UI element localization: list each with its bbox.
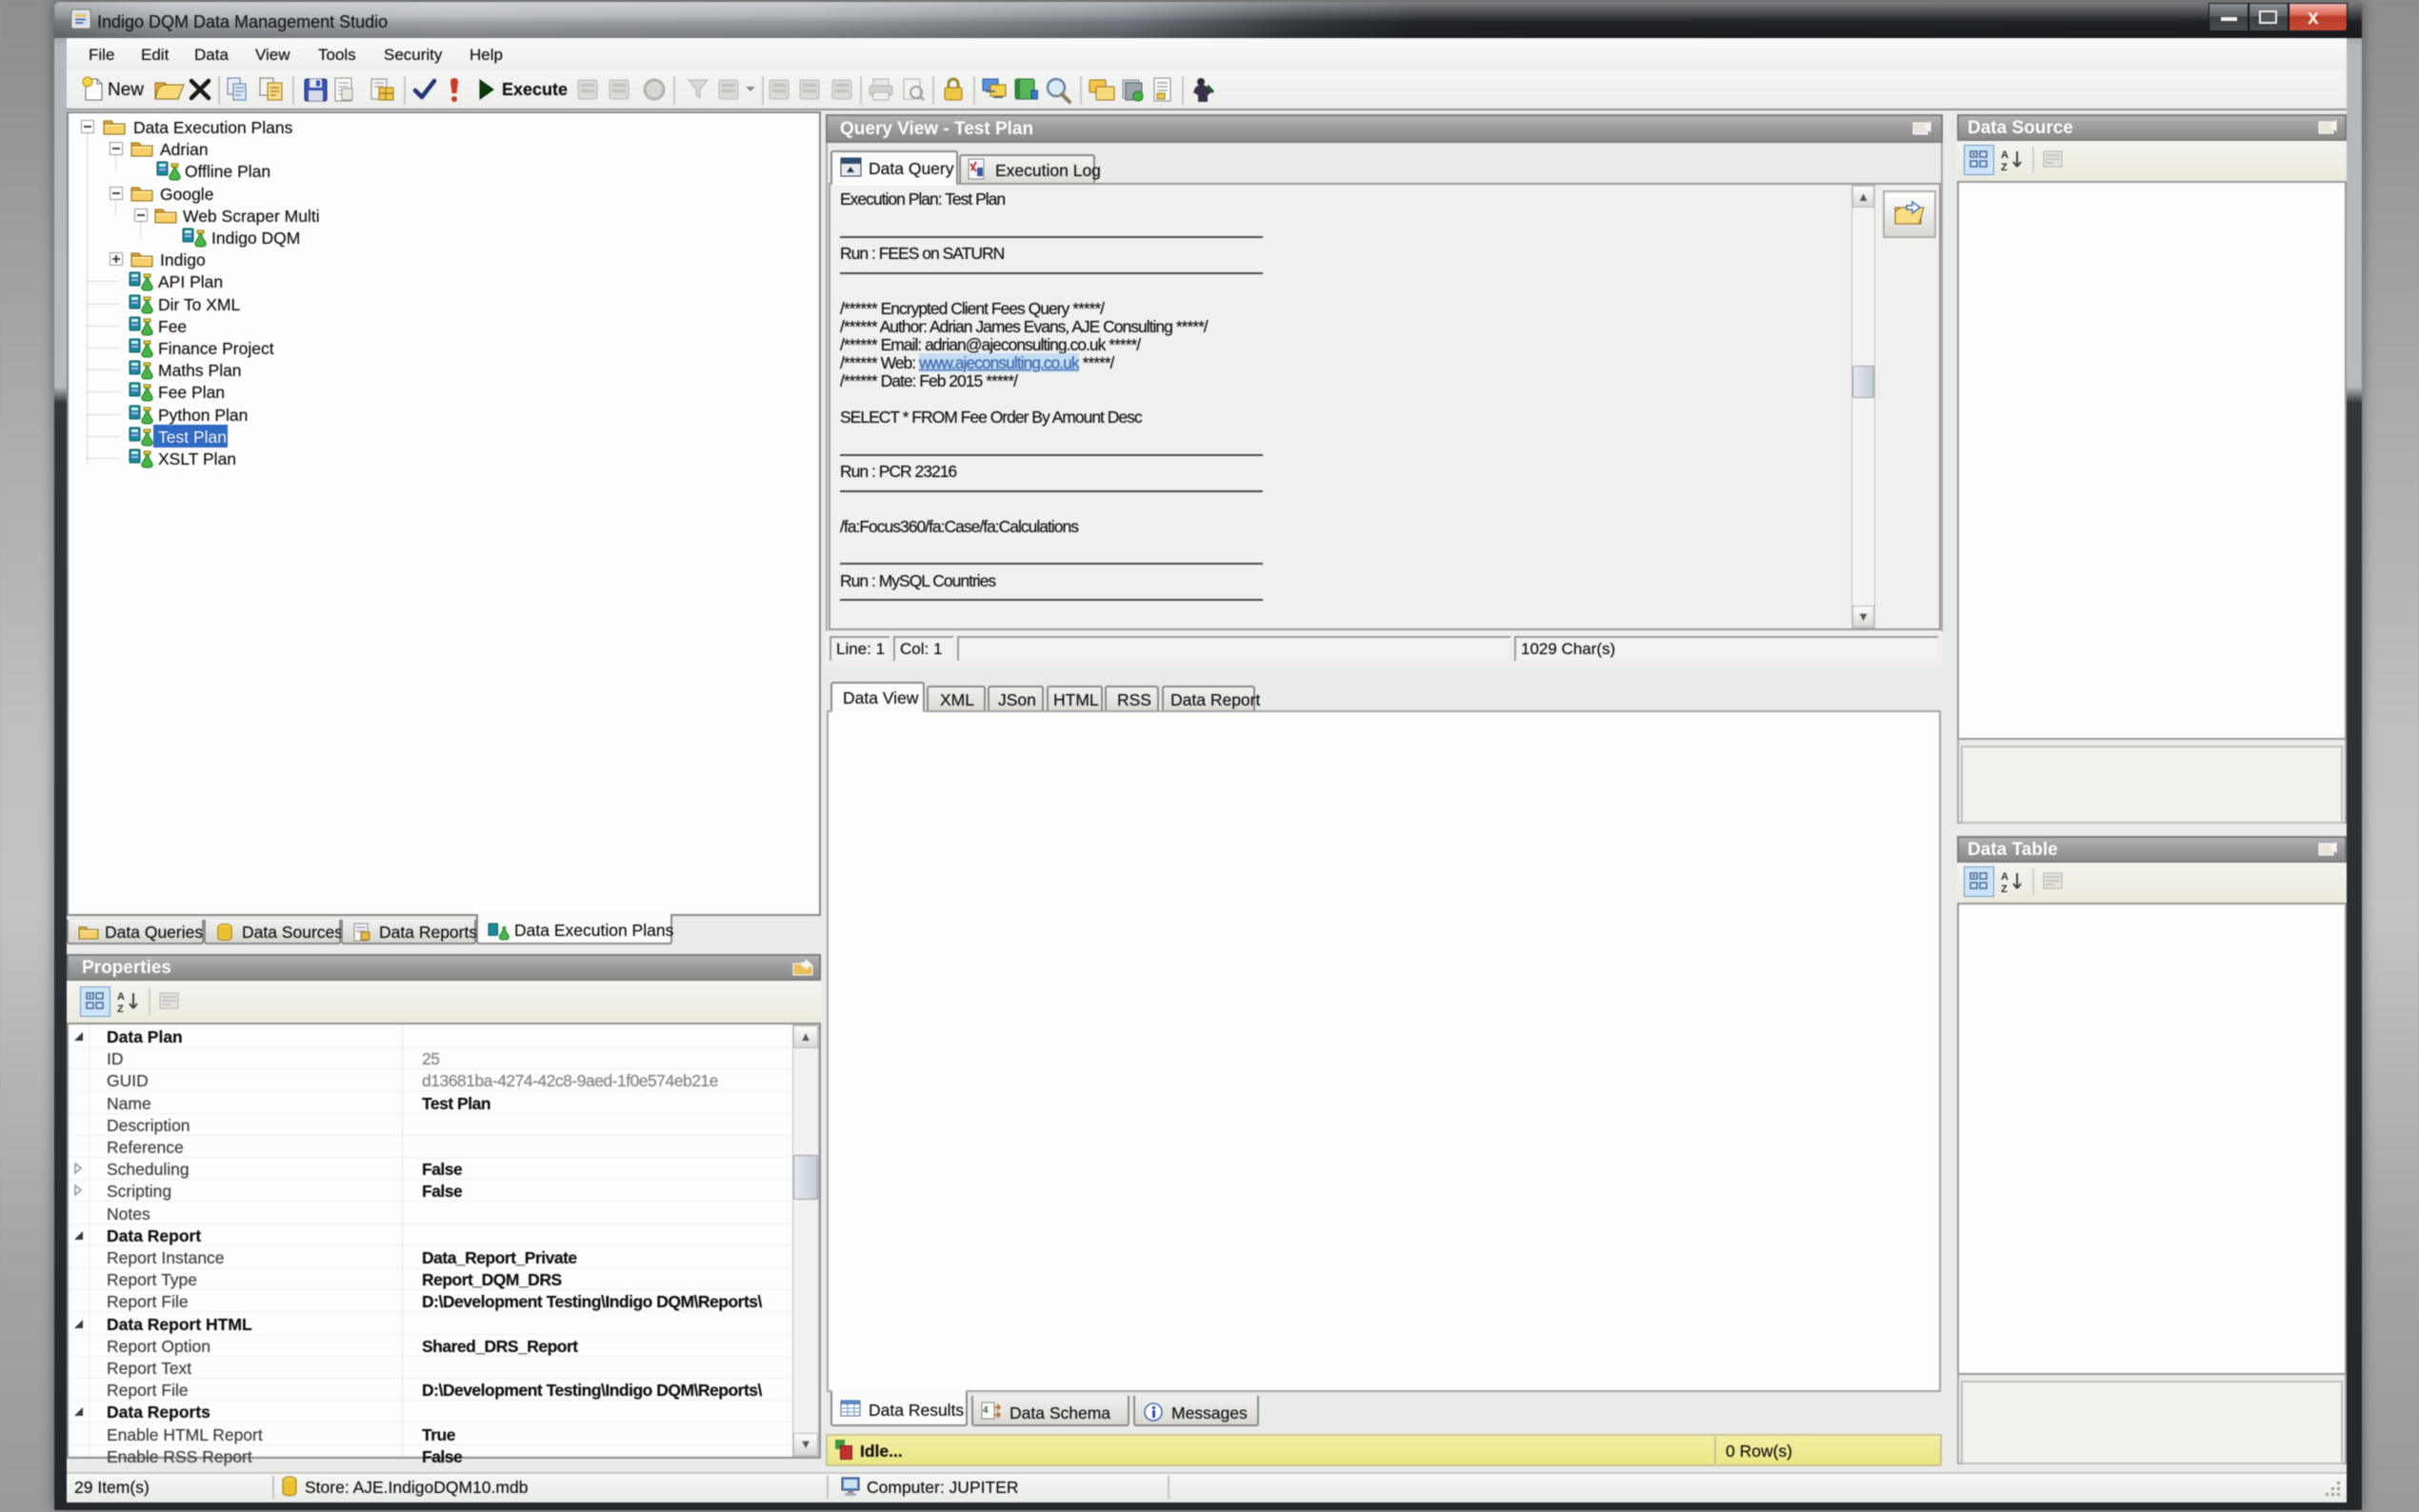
svg-text:A: A bbox=[117, 991, 125, 1003]
svg-text:A: A bbox=[2001, 149, 2009, 161]
svg-text:Z: Z bbox=[2001, 884, 2008, 894]
svg-text:A: A bbox=[2001, 871, 2009, 883]
svg-text:Z: Z bbox=[117, 1004, 124, 1014]
svg-text:4: 4 bbox=[983, 1405, 989, 1416]
svg-text:Z: Z bbox=[2001, 162, 2008, 172]
